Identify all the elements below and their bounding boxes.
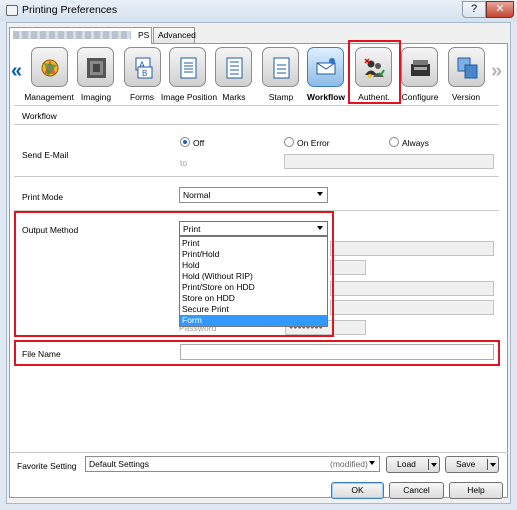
window-title: Printing Preferences <box>22 4 118 16</box>
divider <box>10 452 508 453</box>
toolbar-label-forms: Forms <box>129 92 155 102</box>
send-email-label: Send E-Mail <box>22 150 69 160</box>
tab-advanced[interactable]: Advanced <box>153 27 196 43</box>
ok-button[interactable]: OK <box>331 482 384 499</box>
file-name-highlight-box <box>14 340 500 366</box>
chevron-down-icon[interactable] <box>431 463 437 467</box>
save-button[interactable]: Save <box>445 456 499 473</box>
authentication-highlight-box <box>348 40 401 104</box>
print-mode-select[interactable]: Normal <box>179 187 328 203</box>
toolbar-label-image-position: Image Position <box>160 92 218 102</box>
print-mode-value: Normal <box>183 190 211 200</box>
version-icon[interactable] <box>448 47 485 87</box>
stamp-icon[interactable] <box>262 47 299 87</box>
forms-icon[interactable]: AB <box>124 47 161 87</box>
favorite-setting-select[interactable]: Default Settings (modified) <box>85 456 380 472</box>
tab-ps-label: PS <box>138 30 150 40</box>
marks-icon[interactable] <box>215 47 252 87</box>
toolbar-label-stamp: Stamp <box>268 92 294 102</box>
output-method-highlight-box <box>14 211 334 337</box>
configure-icon[interactable] <box>401 47 438 87</box>
save-button-label: Save <box>456 459 476 469</box>
toolbar-label-imaging: Imaging <box>80 92 112 102</box>
toolbar-label-workflow: Workflow <box>306 92 346 102</box>
management-icon[interactable] <box>31 47 68 87</box>
toolbar-label-management: Management <box>24 92 74 102</box>
chevron-down-icon <box>317 192 323 196</box>
favorite-setting-value: Default Settings <box>89 459 150 469</box>
load-button[interactable]: Load <box>386 456 440 473</box>
send-email-off-label: Off <box>193 138 205 148</box>
job-id-field[interactable] <box>330 260 366 275</box>
email-to-label: to <box>180 158 188 168</box>
split-divider <box>428 459 429 470</box>
scroll-left-icon[interactable]: « <box>11 60 22 83</box>
load-button-label: Load <box>397 459 416 469</box>
user-name-field[interactable] <box>330 241 494 256</box>
divider <box>14 105 499 106</box>
favorite-setting-state: (modified) <box>330 459 368 469</box>
image-position-icon[interactable] <box>169 47 206 87</box>
scroll-right-icon[interactable]: » <box>491 60 502 83</box>
split-divider <box>487 459 488 470</box>
print-mode-label: Print Mode <box>22 192 64 202</box>
imaging-icon[interactable] <box>77 47 114 87</box>
favorite-setting-label: Favorite Setting <box>17 461 77 471</box>
send-email-on-error-radio[interactable] <box>284 137 294 147</box>
box-name-field[interactable] <box>330 300 494 315</box>
toolbar-label-marks: Marks <box>222 92 246 102</box>
send-email-always-radio[interactable] <box>389 137 399 147</box>
help-button[interactable]: Help <box>449 482 503 499</box>
svg-text:B: B <box>142 69 147 78</box>
send-email-off-radio[interactable] <box>180 137 190 147</box>
chevron-down-icon[interactable] <box>490 463 496 467</box>
divider <box>14 124 499 125</box>
toolbar-label-configure: Configure <box>401 92 439 102</box>
window-help-button[interactable]: ? <box>462 1 486 18</box>
email-address-field[interactable] <box>284 154 494 169</box>
workflow-icon[interactable] <box>307 47 344 87</box>
toolbar-label-version: Version <box>451 92 481 102</box>
printer-icon <box>6 5 18 16</box>
section-title-workflow: Workflow <box>22 111 57 121</box>
tab-printer-name-blurred <box>13 31 131 39</box>
send-email-always-label: Always <box>402 138 429 148</box>
cancel-button[interactable]: Cancel <box>389 482 444 499</box>
divider <box>14 176 499 177</box>
box-number-field[interactable] <box>330 281 494 296</box>
send-email-on-error-label: On Error <box>297 138 330 148</box>
window-close-button[interactable]: ✕ <box>486 1 514 18</box>
chevron-down-icon <box>369 461 375 465</box>
